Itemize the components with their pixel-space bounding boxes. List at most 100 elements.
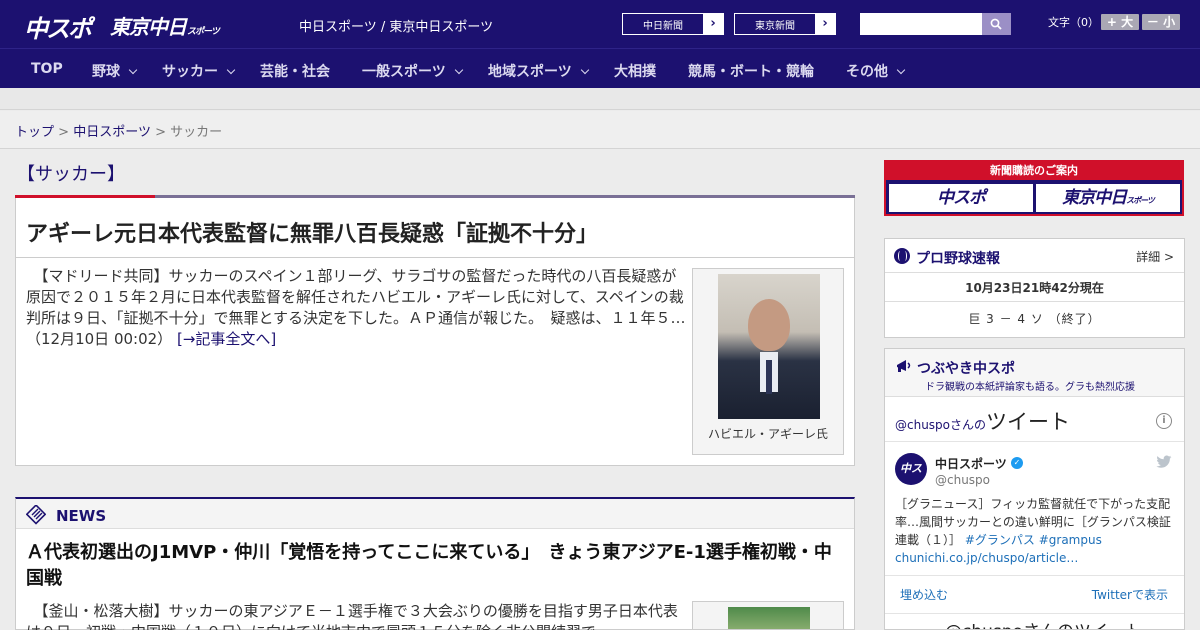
article-topline [15,195,855,198]
nav-item-racing[interactable]: 競馬・ボート・競輪 [688,61,814,81]
tokyo-chunichi-logo[interactable]: 東京中日スポーツ [110,11,220,40]
tweet-footer-text[interactable]: @chuspoさんのツイート [945,617,1142,629]
nav-item-label: サッカー [162,64,218,80]
article-body: 【マドリード共同】サッカーのスペイン１部リーグ、サラゴサの監督だった時代の八百長… [26,266,686,350]
score-detail-link[interactable]: 詳細 > [1136,248,1174,265]
chevron-down-icon [580,65,589,75]
tweet-handle-big: ツイート [986,410,1071,434]
article-headline[interactable]: アギーレ元日本代表監督に無罪八百長疑惑「証拠不十分」 [26,216,598,248]
embed-link[interactable]: 埋め込む [900,586,948,603]
tokyo-shimbun-button[interactable]: 東京新聞 › [734,13,836,35]
search-icon [990,18,1002,30]
tokyo-chunichi-logo-text: 東京中日 [110,15,187,39]
twitter-widget: つぶやき中スポ ドラ観戦の本紙評論家も語る。グラも熱烈応援 @chuspoさんの… [884,348,1185,630]
article-body-text: 【マドリード共同】サッカーのスペイン１部リーグ、サラゴサの監督だった時代の八百長… [26,267,686,348]
search-button[interactable] [982,13,1011,35]
verified-icon: ✓ [1011,457,1023,469]
chevron-down-icon [454,65,463,75]
tweet-account-handle[interactable]: @chuspo [935,473,990,487]
breadcrumb-separator: > [155,125,166,140]
tokyo-chunichi-sub-logo: 東京中日スポーツ [1036,184,1180,212]
breadcrumb-chuspo[interactable]: 中日スポーツ [73,125,151,140]
breadcrumb-top[interactable]: トップ [15,125,54,140]
tweet-header: つぶやき中スポ ドラ観戦の本紙評論家も語る。グラも熱烈応援 [885,349,1184,397]
photo-caption: ハビエル・アギーレ氏 [707,427,828,441]
site-tagline: 中日スポーツ / 東京中日スポーツ [299,20,494,35]
article-photo[interactable] [718,274,820,419]
nav-item-other[interactable]: その他 [846,61,906,81]
news-icon [26,505,46,525]
tweet-handle-prefix: @chuspoさんの [895,418,987,432]
chunichi-shimbun-label: 中日新聞 [643,21,683,32]
nav-item-label: TOP [31,61,63,77]
nav-item-label: 地域スポーツ [488,64,572,80]
score-title: プロ野球速報 [916,251,1000,267]
breadcrumb: トップ > 中日スポーツ > サッカー [15,121,222,140]
nav-item-label: その他 [846,64,888,80]
divider [885,575,1184,576]
breadcrumb-separator: > [58,125,70,140]
nav-item-top[interactable]: TOP [31,61,63,77]
nav-item-general-sports[interactable]: 一般スポーツ [362,61,463,81]
news-header [16,499,854,529]
tweet-title: つぶやき中スポ [917,361,1015,377]
article-photo-box: ハビエル・アギーレ氏 [692,268,844,455]
chevron-down-icon [226,65,236,75]
nav-item-baseball[interactable]: 野球 [92,61,138,81]
breadcrumb-bar: トップ > 中日スポーツ > サッカー [0,111,1200,149]
chunichi-shimbun-button[interactable]: 中日新聞 › [622,13,724,35]
photo-tie [766,360,772,394]
chevron-down-icon [128,65,138,75]
article-topline-accent [15,195,155,198]
main-nav: TOP 野球 サッカー 芸能・社会 一般スポーツ 地域スポーツ 大相撲 競馬・ボ… [0,48,1200,88]
view-on-twitter-link[interactable]: Twitterで表示 [1092,586,1168,603]
nav-item-label: 競馬・ボート・競輪 [688,64,814,80]
chevron-down-icon [896,65,906,75]
tweet-account-name[interactable]: 中日スポーツ [935,455,1007,472]
twitter-bird-icon[interactable] [1156,455,1172,469]
subscription-banner[interactable]: 新聞購読のご案内 中スポ 東京中日スポーツ [884,160,1184,216]
news-label: NEWS [56,507,107,525]
divider [16,257,854,258]
divider [885,441,1184,442]
subscription-label: 新聞購読のご案内 [886,162,1182,180]
tokyo-chunichi-sub-logo-text: 東京中日 [1062,188,1127,208]
tweet-handle-heading[interactable]: @chuspoさんのツイート [895,406,1070,436]
tweet-subtitle: ドラ観戦の本紙評論家も語る。グラも熱烈応援 [925,382,1135,393]
baseball-score-widget: プロ野球速報 詳細 > 10月23日21時42分現在 巨 3 － 4 ソ （終了… [884,238,1185,338]
chuspo-sub-logo: 中スポ [889,184,1033,212]
tweet-hashtags[interactable]: #グランパス #grampus [965,533,1102,547]
nav-item-label: 大相撲 [614,64,656,80]
read-more-link[interactable]: [→記事全文へ] [177,330,276,348]
tweet-link[interactable]: chunichi.co.jp/chuspo/article… [895,551,1078,565]
photo-face [748,299,790,351]
info-icon[interactable]: i [1156,413,1172,429]
nav-item-local-sports[interactable]: 地域スポーツ [488,61,589,81]
score-line[interactable]: 巨 3 － 4 ソ （終了） [885,310,1184,327]
news-headline[interactable]: Ａ代表初選出のJ1MVP・仲川「覚悟を持ってここに来ている」 きょう東アジアE-… [26,540,836,592]
avatar[interactable]: 中スポ [895,453,927,507]
news-photo-box [692,601,844,630]
breadcrumb-current: サッカー [170,125,223,140]
news-photo[interactable] [728,607,810,629]
top-header: 中スポ 東京中日スポーツ 中日スポーツ / 東京中日スポーツ 中日新聞 › 東京… [0,0,1200,48]
section-title: 【サッカー】 [17,164,125,185]
search-input[interactable] [860,13,982,35]
nav-item-entertainment[interactable]: 芸能・社会 [260,61,330,81]
tweet-text: ［グラニュース］フィッカ監督就任で下がった支配率…風間サッカーとの違い鮮明に［グ… [895,495,1175,567]
nav-item-soccer[interactable]: サッカー [162,61,236,81]
chuspo-logo[interactable]: 中スポ [24,9,92,44]
score-header: プロ野球速報 詳細 > [885,239,1184,273]
score-timestamp: 10月23日21時42分現在 [965,281,1104,295]
baseball-icon [894,248,910,264]
font-size-down-button[interactable]: － 小 [1142,14,1180,30]
divider [885,301,1184,302]
font-size-up-button[interactable]: + 大 [1101,14,1139,30]
megaphone-icon [897,360,911,372]
chevron-right-icon: › [815,14,835,34]
nav-item-label: 一般スポーツ [362,64,446,80]
nav-item-sumo[interactable]: 大相撲 [614,61,656,81]
news-body: 【釜山・松落大樹】サッカーの東アジアＥ－１選手権で３大会ぶりの優勝を目指す男子日… [26,602,678,630]
nav-item-label: 野球 [92,64,120,80]
chevron-right-icon: › [703,14,723,34]
